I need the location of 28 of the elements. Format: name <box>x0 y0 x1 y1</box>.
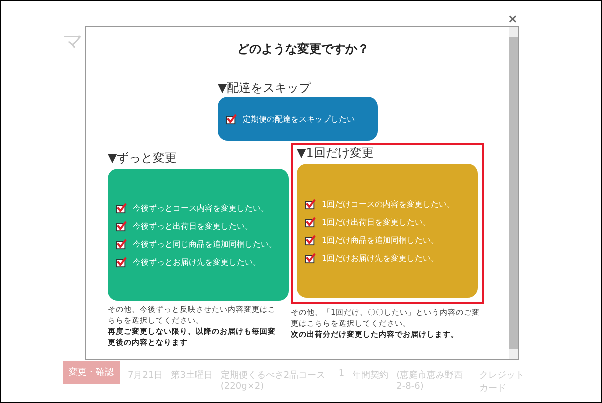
option-label: 1回だけコースの内容を変更したい。 <box>322 198 456 210</box>
section-heading: ▼配達をスキップ <box>218 80 312 97</box>
checkbox-icon[interactable] <box>305 198 316 210</box>
option-card[interactable]: 1回だけコースの内容を変更したい。 1回だけ出荷日を変更したい。 1回だけ商品を追加同梱したい。 1回だけお届け先を変更したい。 <box>297 164 478 298</box>
section-heading: ▼1回だけ変更 <box>297 145 375 162</box>
change-button[interactable]: 変更・確認 <box>63 361 120 384</box>
checkbox-icon[interactable] <box>226 114 237 124</box>
checkbox-icon[interactable] <box>116 238 127 250</box>
option-label: 今後ずっとコース内容を変更したい。 <box>133 202 269 214</box>
checkbox-icon[interactable] <box>116 220 127 232</box>
dialog-title: どのような変更ですか？ <box>236 41 370 58</box>
option-label: 1回だけ商品を追加同梱したい。 <box>322 234 440 246</box>
option-label: 1回だけお届け先を変更したい。 <box>322 252 440 264</box>
option-label: 今後ずっと同じ商品を追加同梱したい。 <box>133 238 277 250</box>
option-label: 定期便の配達をスキップしたい <box>243 114 355 124</box>
option-label: 今後ずっとお届け先を変更したい。 <box>133 256 261 268</box>
checkbox-icon[interactable] <box>116 256 127 268</box>
scrollbar[interactable] <box>509 27 518 359</box>
section-heading: ▼ずっと変更 <box>108 150 178 167</box>
close-icon[interactable]: × <box>508 12 518 26</box>
checkbox-icon[interactable] <box>305 216 316 228</box>
checkbox-icon[interactable] <box>116 202 127 214</box>
skip-card[interactable]: 定期便の配達をスキップしたい <box>218 97 378 141</box>
option-label: 1回だけ出荷日を変更したい。 <box>322 216 432 228</box>
checkbox-icon[interactable] <box>305 234 316 246</box>
option-card[interactable]: 今後ずっとコース内容を変更したい。 今後ずっと出荷日を変更したい。 今後ずっと同じ商品を追加同梱したい。 今後ずっとお届け先を変更したい。 <box>108 169 289 301</box>
option-label: 今後ずっと出荷日を変更したい。 <box>133 220 253 232</box>
checkbox-icon[interactable] <box>305 252 316 264</box>
